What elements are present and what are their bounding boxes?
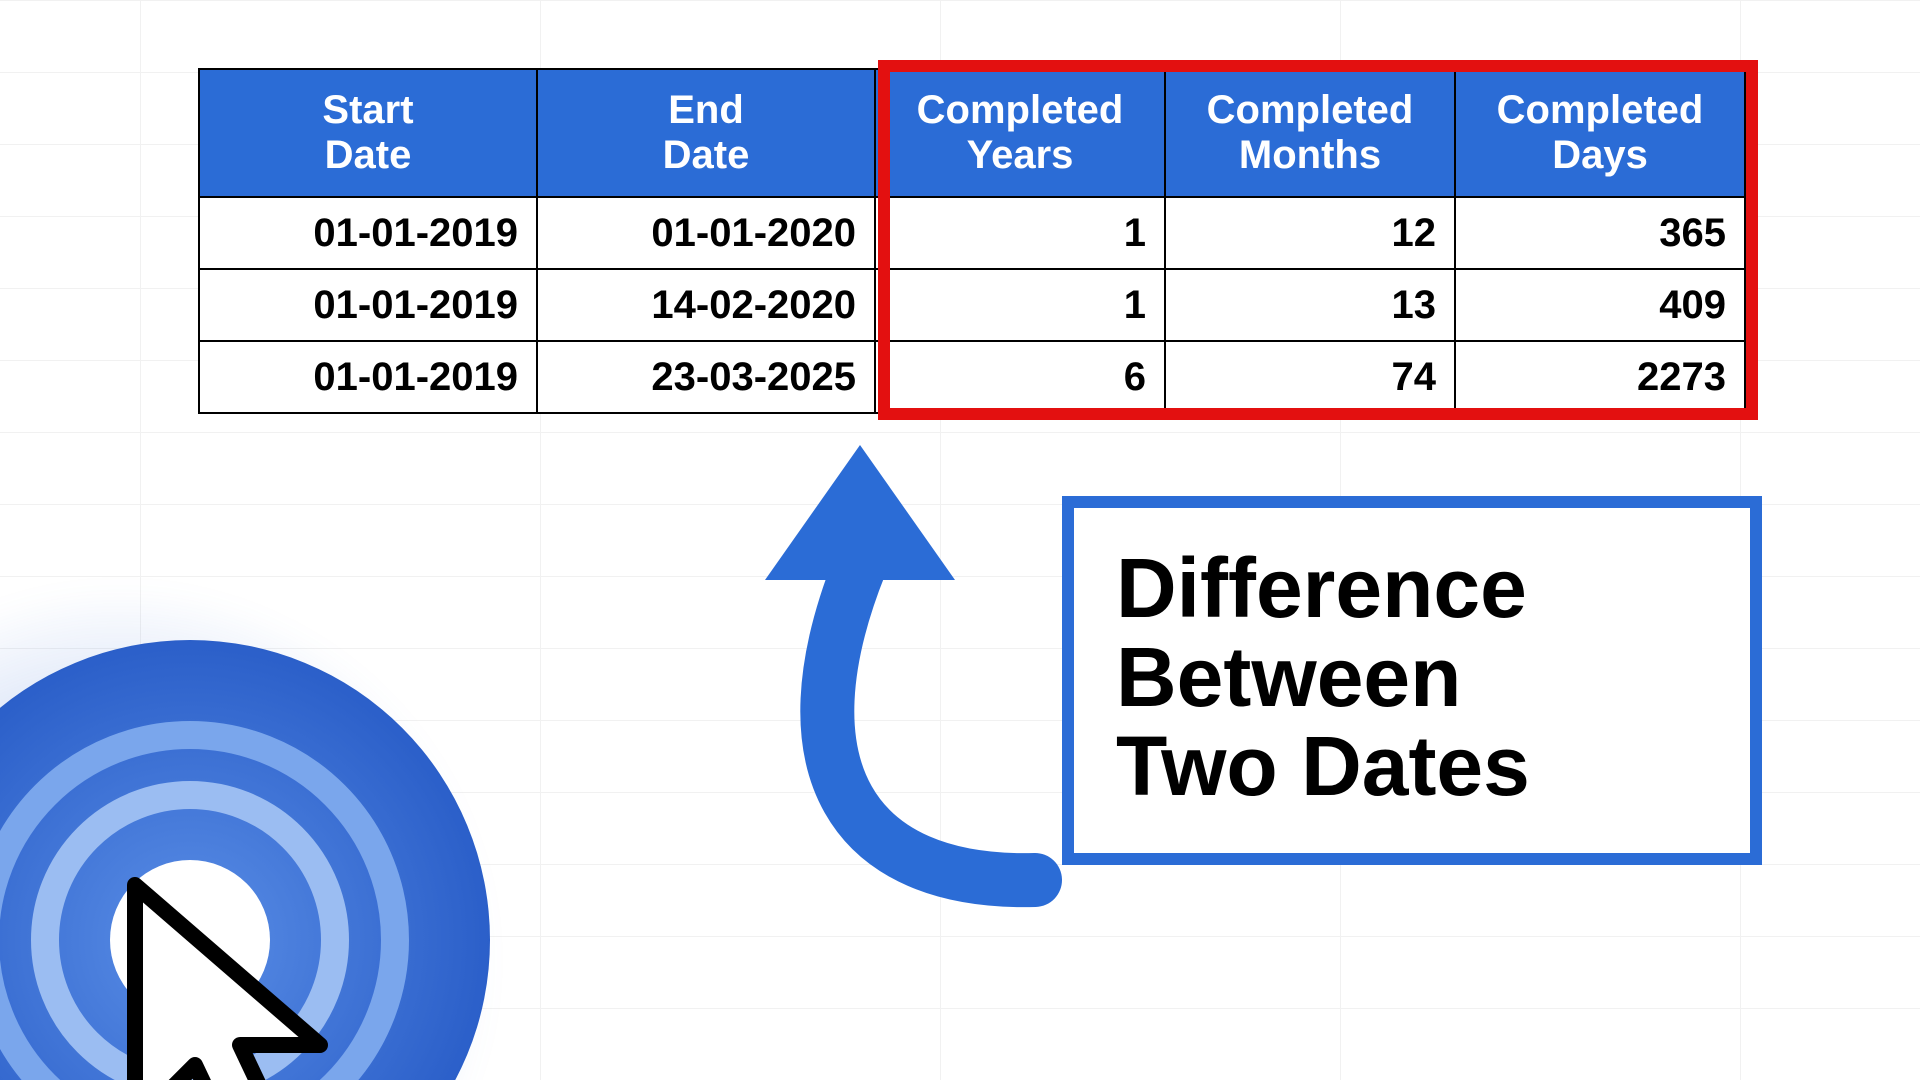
table-row: 01-01-2019 23-03-2025 6 74 2273	[199, 341, 1745, 413]
header-text: Completed	[1207, 88, 1414, 132]
cell-years[interactable]: 6	[875, 341, 1165, 413]
header-text: End	[668, 88, 744, 132]
click-target-logo-icon	[0, 630, 500, 1080]
cell-end-date[interactable]: 23-03-2025	[537, 341, 875, 413]
cell-days[interactable]: 365	[1455, 197, 1745, 269]
table-row: 01-01-2019 14-02-2020 1 13 409	[199, 269, 1745, 341]
cell-start-date[interactable]: 01-01-2019	[199, 341, 537, 413]
table-header-row: Start Date End Date Completed Years Comp…	[199, 69, 1745, 197]
header-completed-months[interactable]: Completed Months	[1165, 69, 1455, 197]
cell-start-date[interactable]: 01-01-2019	[199, 197, 537, 269]
header-end-date[interactable]: End Date	[537, 69, 875, 197]
cell-years[interactable]: 1	[875, 197, 1165, 269]
cell-years[interactable]: 1	[875, 269, 1165, 341]
cell-start-date[interactable]: 01-01-2019	[199, 269, 537, 341]
callout-box: Difference Between Two Dates	[1062, 496, 1762, 865]
header-text: Years	[967, 133, 1074, 177]
header-completed-days[interactable]: Completed Days	[1455, 69, 1745, 197]
cell-end-date[interactable]: 14-02-2020	[537, 269, 875, 341]
header-text: Months	[1239, 133, 1381, 177]
callout-line: Between	[1116, 633, 1708, 722]
cell-days[interactable]: 409	[1455, 269, 1745, 341]
data-table-container: Start Date End Date Completed Years Comp…	[198, 68, 1746, 414]
header-completed-years[interactable]: Completed Years	[875, 69, 1165, 197]
header-text: Start	[322, 88, 413, 132]
cell-months[interactable]: 74	[1165, 341, 1455, 413]
header-text: Completed	[1497, 88, 1704, 132]
header-text: Date	[325, 133, 412, 177]
header-text: Completed	[917, 88, 1124, 132]
header-text: Days	[1552, 133, 1648, 177]
callout-line: Two Dates	[1116, 722, 1708, 811]
callout-line: Difference	[1116, 544, 1708, 633]
cell-months[interactable]: 12	[1165, 197, 1455, 269]
header-text: Date	[663, 133, 750, 177]
date-diff-table[interactable]: Start Date End Date Completed Years Comp…	[198, 68, 1746, 414]
cell-months[interactable]: 13	[1165, 269, 1455, 341]
cell-end-date[interactable]: 01-01-2020	[537, 197, 875, 269]
cell-days[interactable]: 2273	[1455, 341, 1745, 413]
table-row: 01-01-2019 01-01-2020 1 12 365	[199, 197, 1745, 269]
header-start-date[interactable]: Start Date	[199, 69, 537, 197]
